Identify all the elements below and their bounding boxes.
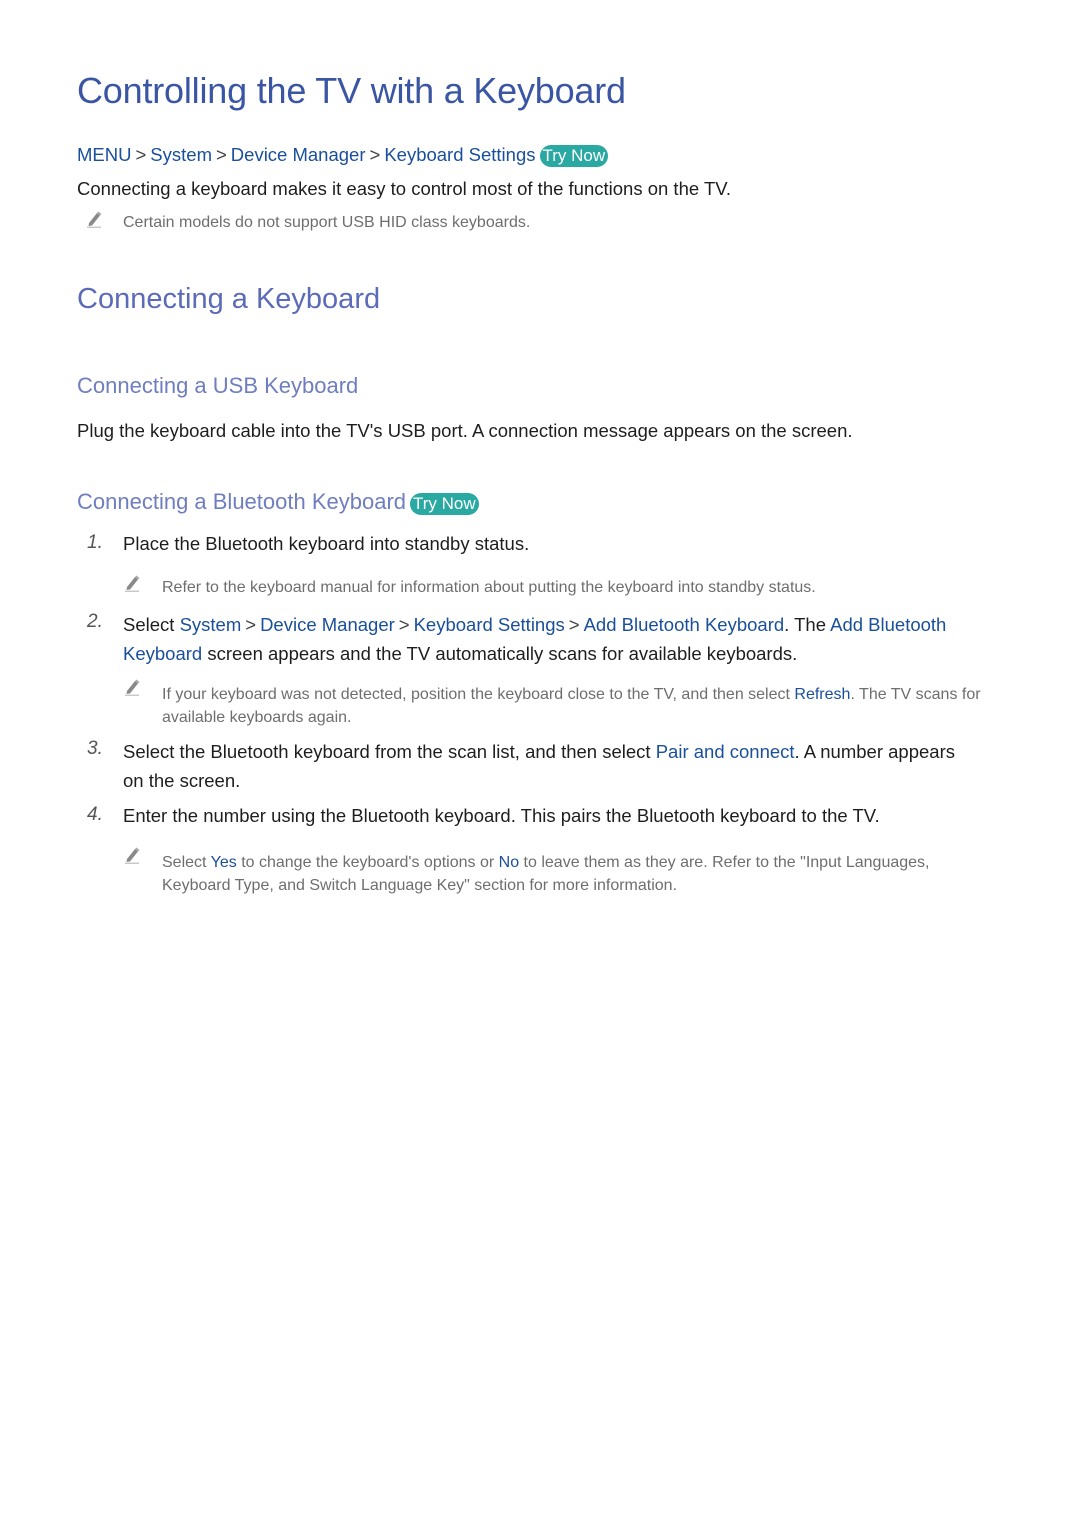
breadcrumb-menu[interactable]: MENU (77, 144, 131, 165)
try-now-button[interactable]: Try Now (539, 145, 609, 167)
try-now-button[interactable]: Try Now (410, 493, 479, 515)
pair-and-connect-link[interactable]: Pair and connect (656, 741, 795, 762)
page-title: Controlling the TV with a Keyboard (77, 70, 626, 111)
chevron-right-icon: > (369, 144, 381, 165)
step-text: Select the Bluetooth keyboard from the s… (123, 741, 955, 791)
step-note: Select Yes to change the keyboard's opti… (162, 854, 930, 894)
chevron-right-icon: > (245, 614, 257, 635)
step-number: 2. (87, 611, 103, 632)
chevron-right-icon: > (398, 614, 410, 635)
step-number: 4. (87, 804, 103, 825)
step-note: Refer to the keyboard manual for informa… (162, 579, 816, 596)
section-title: Connecting a Keyboard (77, 283, 381, 315)
usb-text: Plug the keyboard cable into the TV's US… (77, 420, 853, 441)
chevron-right-icon: > (215, 144, 227, 165)
menu-path-add-bluetooth-keyboard[interactable]: Add Bluetooth Keyboard (584, 614, 785, 635)
step-number: 3. (87, 738, 103, 759)
bluetooth-heading-text: Connecting a Bluetooth Keyboard (77, 489, 407, 514)
yes-link[interactable]: Yes (211, 854, 237, 871)
note-pencil-icon (123, 574, 141, 592)
chevron-right-icon: > (135, 144, 147, 165)
note-pencil-icon (85, 210, 103, 228)
bluetooth-heading: Connecting a Bluetooth Keyboard Try Now (77, 489, 479, 515)
menu-path-device-manager[interactable]: Device Manager (260, 614, 395, 635)
note-pencil-icon (123, 678, 141, 696)
step-note: If your keyboard was not detected, posit… (162, 686, 981, 726)
step-text: Place the Bluetooth keyboard into standb… (123, 533, 530, 554)
step-text: Select System > Device Manager > Keyboard Se… (123, 614, 947, 664)
no-link[interactable]: No (499, 854, 519, 871)
breadcrumb-system[interactable]: System (150, 144, 212, 165)
breadcrumb-device-manager[interactable]: Device Manager (231, 144, 366, 165)
intro-text: Connecting a keyboard makes it easy to c… (77, 178, 732, 199)
intro-note: Certain models do not support USB HID cl… (123, 214, 531, 231)
chevron-right-icon: > (568, 614, 580, 635)
step-number: 1. (87, 532, 103, 553)
breadcrumb-keyboard-settings[interactable]: Keyboard Settings (384, 144, 535, 165)
breadcrumb: MENU > System > Device Manager > Keyboard Sett… (77, 144, 609, 167)
step-text: Enter the number using the Bluetooth key… (123, 805, 880, 826)
note-pencil-icon (123, 846, 141, 864)
usb-heading: Connecting a USB Keyboard (77, 373, 359, 398)
menu-path-system[interactable]: System (180, 614, 242, 635)
menu-path-keyboard-settings[interactable]: Keyboard Settings (414, 614, 565, 635)
refresh-link[interactable]: Refresh (794, 686, 850, 703)
